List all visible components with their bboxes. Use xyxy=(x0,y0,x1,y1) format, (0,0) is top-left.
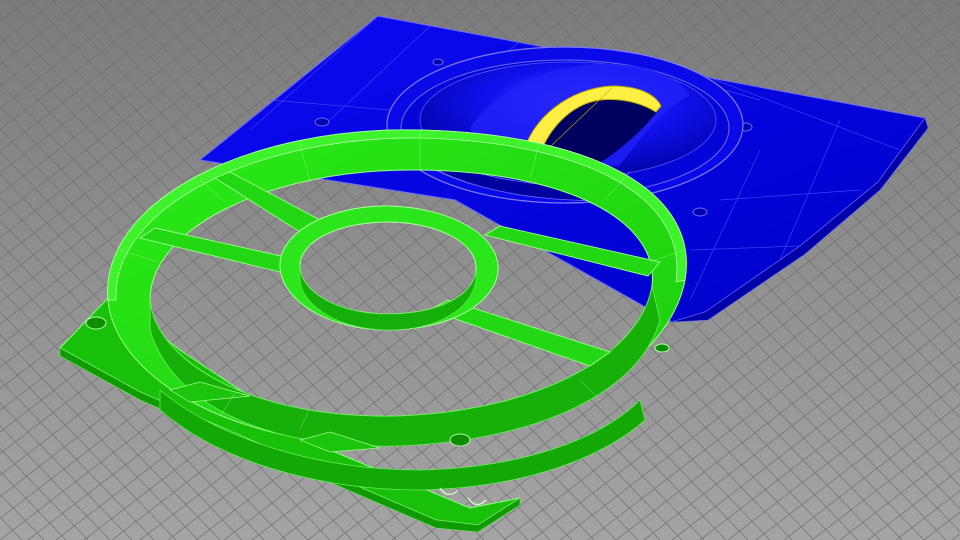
plate-hole-icon xyxy=(314,117,330,127)
plate-hole-icon xyxy=(692,207,708,217)
frame-hole-icon xyxy=(85,316,107,330)
cad-3d-viewport[interactable] xyxy=(0,0,960,540)
frame-hole-icon xyxy=(449,433,471,447)
plate-hole-icon xyxy=(432,58,444,66)
viewport-canvas[interactable] xyxy=(0,0,960,540)
frame-hole-icon xyxy=(654,343,670,353)
